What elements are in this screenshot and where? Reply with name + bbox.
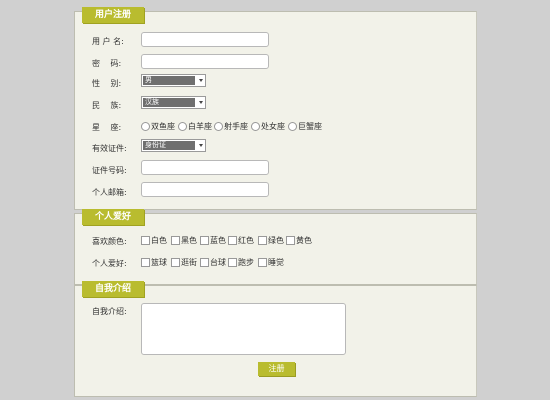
color-checkbox-red[interactable] [228,236,237,245]
id-type-select[interactable]: 身份证 [141,139,206,152]
hobby-option-label: 篮球 [151,258,167,267]
chevron-down-icon [199,101,203,104]
color-checkbox-black[interactable] [171,236,180,245]
color-option-label: 黑色 [181,236,197,245]
email-label: 个人邮箱: [92,188,127,197]
id-type-label: 有效证件: [92,144,127,153]
zodiac-radio-aries[interactable] [178,122,187,131]
gender-select[interactable]: 男 [141,74,206,87]
color-checkbox-white[interactable] [141,236,150,245]
color-option-label: 白色 [151,236,167,245]
hobby-checkbox-sleeping[interactable] [258,258,267,267]
hobby-option-label: 睡觉 [268,258,284,267]
zodiac-option-label: 巨蟹座 [298,122,322,131]
hobby-checkbox-billiards[interactable] [200,258,209,267]
zodiac-option-label: 射手座 [224,122,248,131]
hobby-checkbox-running[interactable] [228,258,237,267]
color-checkbox-yellow[interactable] [286,236,295,245]
hobby-label: 个人爱好: [92,259,127,268]
color-option-label: 黄色 [296,236,312,245]
zodiac-radio-virgo[interactable] [251,122,260,131]
zodiac-radio-sagittarius[interactable] [214,122,223,131]
password-label: 密 码: [92,59,122,68]
zodiac-option-label: 双鱼座 [151,122,175,131]
zodiac-option-label: 白羊座 [188,122,212,131]
hobby-option-label: 台球 [210,258,226,267]
colors-label: 喜欢颜色: [92,237,127,246]
color-checkbox-green[interactable] [258,236,267,245]
color-checkbox-blue[interactable] [200,236,209,245]
gender-selected-value: 男 [143,76,195,85]
username-label: 用 户 名: [92,37,124,46]
email-input[interactable] [141,182,269,197]
id-number-input[interactable] [141,160,269,175]
hobby-option-label: 跑步 [238,258,254,267]
intro-panel: 自我介绍 自我介绍: 注册 [74,281,477,397]
hobbies-section-title: 个人爱好 [82,209,145,225]
hobbies-panel: 个人爱好 喜欢颜色: 白色 黑色 蓝色 红色 绿色 黄色 个人爱好: 篮球 逛街… [74,209,477,285]
intro-section-title: 自我介绍 [82,281,145,297]
hobby-option-label: 逛街 [181,258,197,267]
register-section-title: 用户注册 [82,7,145,23]
zodiac-radio-cancer[interactable] [288,122,297,131]
username-input[interactable] [141,32,269,47]
zodiac-radio-pisces[interactable] [141,122,150,131]
color-option-label: 绿色 [268,236,284,245]
register-button[interactable]: 注册 [258,362,295,376]
chevron-down-icon [199,144,203,147]
id-number-label: 证件号码: [92,166,127,175]
intro-label: 自我介绍: [92,307,127,316]
register-panel: 用户注册 用 户 名: 密 码: 性 别: 男 民 族: 汉族 星 座: 双鱼座… [74,7,477,210]
color-option-label: 蓝色 [210,236,226,245]
ethnicity-select[interactable]: 汉族 [141,96,206,109]
ethnicity-selected-value: 汉族 [143,98,195,107]
zodiac-option-label: 处女座 [261,122,285,131]
hobby-checkbox-basketball[interactable] [141,258,150,267]
intro-textarea[interactable] [141,303,346,355]
chevron-down-icon [199,79,203,82]
id-type-selected-value: 身份证 [143,141,195,150]
zodiac-label: 星 座: [92,123,122,132]
color-option-label: 红色 [238,236,254,245]
password-input[interactable] [141,54,269,69]
gender-label: 性 别: [92,79,122,88]
ethnicity-label: 民 族: [92,101,122,110]
hobby-checkbox-shopping[interactable] [171,258,180,267]
